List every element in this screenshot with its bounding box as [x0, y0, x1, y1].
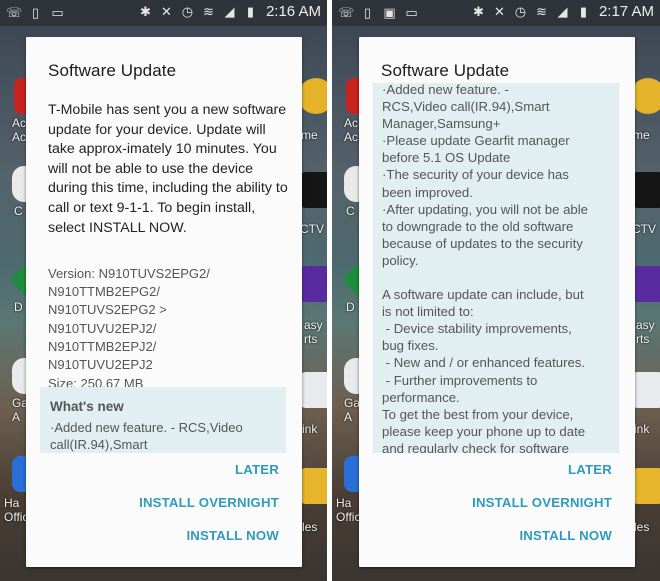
version-line: N910TTMB2EPG2/ [48, 284, 160, 300]
later-button[interactable]: LATER [139, 460, 279, 493]
install-now-button[interactable]: INSTALL NOW [472, 526, 612, 559]
status-time: 2:16 AM [265, 3, 321, 20]
whats-new-line: - Further improvements to [382, 372, 538, 388]
version-line: N910TUVU2EPJ2/ [48, 320, 157, 336]
whats-new-line: to downgrade to the old software [382, 218, 574, 234]
screen-left: ☏ ▯ ▭ ✱ ✕ ◷ ≋ ◢ ▮ 2:16 AM Ac Ac C D Ga A H… [0, 0, 327, 581]
status-bar: ☏ ▯ ▣ ▭ ✱ ✕ ◷ ≋ ◢ ▮ 2:17 AM [332, 0, 660, 26]
voicemail-icon: ▭ [51, 5, 64, 20]
app-label: Ha Offic [4, 496, 29, 524]
whats-new-text: ·Added new feature. - RCS,Video call(IR.… [50, 420, 243, 452]
app-label: les [634, 520, 650, 534]
voicemail-icon: ▭ [405, 5, 418, 20]
alarm-icon: ◷ [181, 4, 194, 19]
app-label: CTV [632, 222, 656, 236]
whats-new-section[interactable]: What's new ·Added new feature. - RCS,Vid… [40, 387, 286, 453]
whats-new-line: bug fixes. [382, 338, 439, 354]
wifi-icon: ≋ [536, 4, 547, 19]
screen-right: ☏ ▯ ▣ ▭ ✱ ✕ ◷ ≋ ◢ ▮ 2:17 AM Ac Ac C D Ga A… [332, 0, 660, 581]
app-label: me [301, 128, 318, 142]
app-label: ink [634, 422, 650, 436]
install-now-button[interactable]: INSTALL NOW [139, 526, 279, 559]
whats-new-line: been improved. [382, 184, 473, 200]
install-overnight-button[interactable]: INSTALL OVERNIGHT [139, 493, 279, 526]
signal-icon: ◢ [224, 4, 235, 19]
whats-new-line: - Device stability improvements, [382, 321, 572, 337]
app-icon[interactable] [298, 266, 327, 302]
dialog-title: Software Update [48, 61, 177, 80]
mute-icon: ✕ [161, 4, 172, 19]
whats-new-line: ·The security of your device has [382, 167, 569, 183]
whats-new-line: - New and / or enhanced features. [382, 355, 586, 371]
device-update-icon: ▯ [363, 5, 372, 20]
app-label: Ha Offic [336, 496, 361, 524]
battery-icon: ▮ [579, 4, 588, 19]
software-update-dialog: Software Update T-Mobile has sent you a … [26, 37, 302, 567]
wifi-icon: ≋ [203, 4, 214, 19]
signal-icon: ◢ [557, 4, 568, 19]
version-line: Version: N910TUVS2EPG2/ [48, 266, 210, 281]
app-label: les [302, 520, 318, 534]
whats-new-line: performance. [382, 389, 460, 405]
app-label: asy rts [636, 318, 655, 346]
version-line: N910TUVS2EPG2 > [48, 302, 167, 318]
whats-new-line: ·Please update Gearfit manager [382, 133, 570, 149]
later-button[interactable]: LATER [472, 460, 612, 493]
dialog-actions: LATER INSTALL OVERNIGHT INSTALL NOW [472, 460, 612, 559]
mute-icon: ✕ [494, 4, 505, 19]
software-update-dialog: Software Update ·Added new feature. - RCS… [359, 37, 635, 567]
image-icon: ▣ [383, 5, 396, 20]
device-update-icon: ▯ [31, 5, 40, 20]
wifi-calling-icon: ☏ [338, 5, 355, 20]
app-icon[interactable] [298, 78, 327, 114]
whats-new-line: To get the best from your device, [382, 406, 574, 422]
whats-new-line [382, 269, 618, 286]
app-label: ink [302, 422, 318, 436]
whats-new-line: ·After updating, you will not be able [382, 201, 588, 217]
app-label: Ga A [344, 396, 361, 424]
whats-new-text: ·Added new feature. - RCS,Video call(IR.9… [382, 83, 618, 453]
whats-new-line: Manager,Samsung+ [382, 116, 501, 132]
app-label: Ac Ac [12, 116, 27, 144]
battery-charging-icon: ▮ [246, 4, 255, 19]
app-icon[interactable] [298, 372, 327, 408]
whats-new-line: A software update can include, but [382, 287, 584, 303]
app-label: D [14, 300, 23, 314]
version-line: N910TTMB2EPJ2/ [48, 338, 157, 354]
dialog-title: Software Update [381, 61, 510, 80]
app-icon[interactable] [298, 468, 327, 504]
whats-new-line: and regularly check for software [382, 440, 569, 453]
whats-new-line: ·Added new feature. - [382, 83, 509, 97]
whats-new-line: before 5.1 OS Update [382, 150, 511, 166]
bluetooth-icon: ✱ [140, 4, 151, 19]
app-label: asy rts [304, 318, 323, 346]
status-bar: ☏ ▯ ▭ ✱ ✕ ◷ ≋ ◢ ▮ 2:16 AM [0, 0, 327, 26]
install-overnight-button[interactable]: INSTALL OVERNIGHT [472, 493, 612, 526]
app-label: me [633, 128, 650, 142]
app-label: C [346, 204, 355, 218]
whats-new-line: policy. [382, 252, 419, 268]
whats-new-line: RCS,Video call(IR.94),Smart [382, 99, 550, 115]
version-info: Version: N910TUVS2EPG2/ N910TTMB2EPG2/ N… [48, 265, 288, 393]
bluetooth-icon: ✱ [473, 4, 484, 19]
version-line: N910TUVU2EPJ2 [48, 357, 153, 373]
dialog-actions: LATER INSTALL OVERNIGHT INSTALL NOW [139, 460, 279, 559]
whats-new-line: is not limited to: [382, 304, 474, 320]
whats-new-line: because of updates to the security [382, 235, 583, 251]
status-time: 2:17 AM [598, 3, 654, 20]
wifi-calling-icon: ☏ [6, 5, 23, 20]
app-label: D [346, 300, 355, 314]
alarm-icon: ◷ [514, 4, 527, 19]
dialog-intro-text: T-Mobile has sent you a new software upd… [48, 102, 288, 236]
whats-new-line: please keep your phone up to date [382, 423, 586, 439]
whats-new-scroll-area[interactable]: ·Added new feature. - RCS,Video call(IR.9… [373, 83, 619, 453]
whats-new-title: What's new [50, 399, 124, 414]
app-label: C [14, 204, 23, 218]
app-label: CTV [300, 222, 324, 236]
app-label: Ac Ac [344, 116, 359, 144]
app-icon[interactable] [298, 172, 327, 208]
